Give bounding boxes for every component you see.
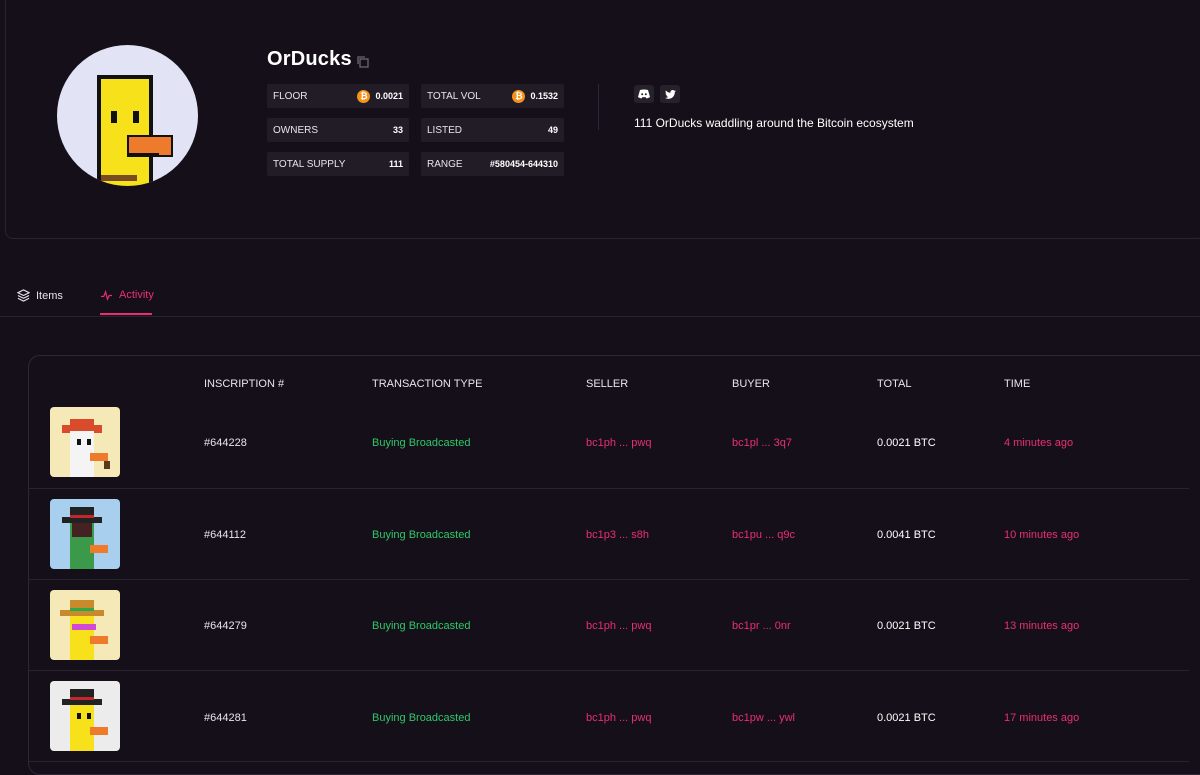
stat-range: RANGE #580454-644310 [421, 152, 564, 176]
inscription-number[interactable]: #644279 [204, 620, 247, 632]
collection-title: OrDucks [267, 48, 352, 70]
inscription-number[interactable]: #644112 [204, 529, 246, 541]
stat-listed: LISTED 49 [421, 118, 564, 142]
layers-icon [17, 289, 30, 302]
transaction-time[interactable]: 13 minutes ago [1004, 620, 1079, 632]
collection-title-row: OrDucks [267, 48, 370, 71]
buyer-address[interactable]: bc1pu ... q9c [732, 529, 795, 541]
tab-bar [0, 280, 1200, 317]
duck-logo-image [97, 75, 173, 186]
stat-owners-value: 33 [392, 125, 403, 135]
header-seller[interactable]: SELLER [586, 378, 628, 390]
tab-activity[interactable]: Activity [100, 289, 154, 301]
nft-thumbnail[interactable] [50, 499, 120, 569]
header-transaction-type[interactable]: TRANSACTION TYPE [372, 378, 482, 390]
total-price: 0.0021 BTC [877, 620, 936, 632]
stat-total-supply-value: 111 [388, 159, 403, 169]
total-price: 0.0041 BTC [877, 529, 936, 541]
seller-address[interactable]: bc1ph ... pwq [586, 620, 651, 632]
discord-button[interactable] [634, 85, 654, 103]
stat-listed-value: 49 [547, 125, 558, 135]
transaction-time[interactable]: 4 minutes ago [1004, 437, 1073, 449]
buyer-address[interactable]: bc1pw ... ywl [732, 712, 795, 724]
transaction-type: Buying Broadcasted [372, 529, 471, 541]
buyer-address[interactable]: bc1pl ... 3q7 [732, 437, 792, 449]
total-price: 0.0021 BTC [877, 437, 936, 449]
table-row[interactable]: #644112 Buying Broadcasted bc1p3 ... s8h… [29, 488, 1189, 580]
copy-icon[interactable] [356, 55, 370, 69]
collection-avatar [57, 45, 198, 186]
collection-description: 111 OrDucks waddling around the Bitcoin … [634, 116, 914, 130]
twitter-button[interactable] [660, 85, 680, 103]
nft-thumbnail[interactable] [50, 407, 120, 477]
inscription-number[interactable]: #644281 [204, 712, 247, 724]
transaction-type: Buying Broadcasted [372, 712, 471, 724]
bitcoin-icon: ₿ [512, 89, 526, 103]
discord-icon [638, 89, 650, 99]
transaction-time[interactable]: 17 minutes ago [1004, 712, 1079, 724]
inscription-number[interactable]: #644228 [204, 437, 247, 449]
header-total[interactable]: TOTAL [877, 378, 911, 390]
stat-total-supply: TOTAL SUPPLY 111 [267, 152, 409, 176]
stat-total-supply-label: TOTAL SUPPLY [273, 158, 346, 170]
seller-address[interactable]: bc1ph ... pwq [586, 437, 651, 449]
header-buyer[interactable]: BUYER [732, 378, 770, 390]
activity-pulse-icon [101, 289, 112, 301]
table-row[interactable]: #644228 Buying Broadcasted bc1ph ... pwq… [29, 397, 1189, 489]
stat-listed-label: LISTED [427, 124, 463, 136]
total-price: 0.0021 BTC [877, 712, 936, 724]
header-inscription[interactable]: INSCRIPTION # [204, 378, 284, 390]
seller-address[interactable]: bc1ph ... pwq [586, 712, 651, 724]
twitter-icon [664, 89, 676, 99]
tab-items[interactable]: Items [17, 289, 63, 302]
header-time[interactable]: TIME [1004, 378, 1030, 390]
seller-address[interactable]: bc1p3 ... s8h [586, 529, 649, 541]
stat-range-label: RANGE [427, 158, 463, 170]
tab-activity-label: Activity [119, 289, 154, 301]
stat-floor-value: 0.0021 [375, 91, 403, 101]
nft-thumbnail[interactable] [50, 681, 120, 751]
header-divider [598, 84, 599, 130]
buyer-address[interactable]: bc1pr ... 0nr [732, 620, 791, 632]
stat-floor: FLOOR ₿ 0.0021 [267, 84, 409, 108]
tab-items-label: Items [36, 289, 63, 302]
table-row[interactable]: #644281 Buying Broadcasted bc1ph ... pwq… [29, 670, 1189, 762]
table-row[interactable]: #644279 Buying Broadcasted bc1ph ... pwq… [29, 579, 1189, 671]
transaction-type: Buying Broadcasted [372, 620, 471, 632]
stat-total-vol-label: TOTAL VOL [427, 90, 481, 102]
stat-range-value: #580454-644310 [489, 159, 558, 169]
stat-total-vol-value: 0.1532 [530, 91, 558, 101]
transaction-type: Buying Broadcasted [372, 437, 471, 449]
nft-thumbnail[interactable] [50, 590, 120, 660]
transaction-time[interactable]: 10 minutes ago [1004, 529, 1079, 541]
bitcoin-icon: ₿ [357, 89, 371, 103]
stat-total-vol: TOTAL VOL ₿ 0.1532 [421, 84, 564, 108]
stat-owners: OWNERS 33 [267, 118, 409, 142]
active-tab-indicator [100, 313, 152, 315]
stat-owners-label: OWNERS [273, 124, 318, 136]
stat-floor-label: FLOOR [273, 90, 308, 102]
